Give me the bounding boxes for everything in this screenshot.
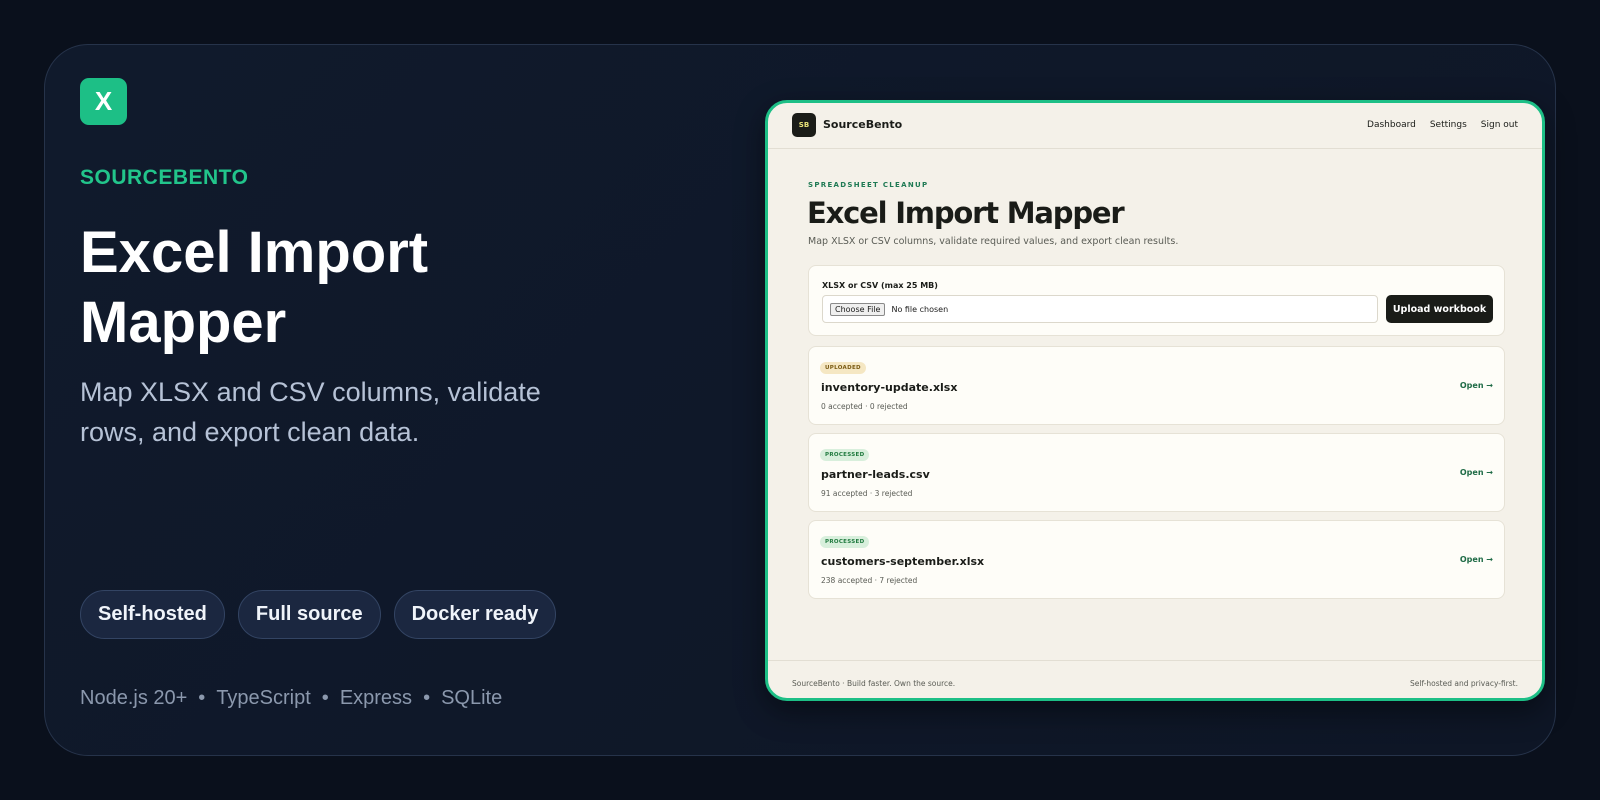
file-card: UPLOADED inventory-update.xlsx 0 accepte… — [808, 346, 1505, 425]
brand-name: SOURCEBENTO — [80, 166, 249, 189]
feature-chips: Self-hosted Full source Docker ready — [80, 590, 557, 639]
stack-separator: • — [321, 687, 329, 709]
file-input[interactable]: Choose File No file chosen — [822, 295, 1378, 323]
nav-link-sign-out[interactable]: Sign out — [1481, 120, 1518, 130]
stack-separator: • — [198, 687, 206, 709]
app-navbar: SB SourceBento Dashboard Settings Sign o… — [768, 103, 1542, 149]
stack-item: Express — [339, 687, 413, 709]
file-status-text: No file chosen — [891, 304, 949, 314]
nav-links: Dashboard Settings Sign out — [1367, 120, 1518, 130]
file-card: PROCESSED customers-september.xlsx 238 a… — [808, 520, 1505, 599]
file-name: inventory-update.xlsx — [821, 381, 958, 394]
file-name: customers-september.xlsx — [821, 555, 985, 568]
stack-item: Node.js 20+ — [80, 687, 188, 709]
stack-item: SQLite — [441, 687, 503, 709]
chip-self-hosted: Self-hosted — [80, 590, 225, 639]
hero-title: Excel Import Mapper — [80, 220, 429, 355]
file-card: PROCESSED partner-leads.csv 91 accepted … — [808, 433, 1505, 512]
app-screenshot: SB SourceBento Dashboard Settings Sign o… — [765, 100, 1545, 701]
open-file-link[interactable]: Open → — [1460, 381, 1493, 390]
upload-panel: XLSX or CSV (max 25 MB) Choose File No f… — [808, 265, 1505, 336]
choose-file-button[interactable]: Choose File — [830, 302, 886, 316]
excel-logo-icon: X — [80, 78, 127, 125]
stack-separator: • — [423, 687, 431, 709]
page-subtitle: Map XLSX or CSV columns, validate requir… — [808, 236, 1179, 247]
nav-link-settings[interactable]: Settings — [1430, 120, 1467, 130]
status-badge: PROCESSED — [820, 449, 870, 461]
page-title: Excel Import Mapper — [807, 196, 1125, 230]
upload-label: XLSX or CSV (max 25 MB) — [822, 281, 938, 290]
hero-subtitle: Map XLSX and CSV columns, validate rows,… — [80, 377, 541, 447]
open-file-link[interactable]: Open → — [1460, 468, 1493, 477]
upload-workbook-button[interactable]: Upload workbook — [1386, 295, 1493, 323]
footer-tagline: SourceBento · Build faster. Own the sour… — [792, 679, 956, 688]
status-badge: UPLOADED — [820, 362, 866, 374]
chip-full-source: Full source — [237, 590, 381, 639]
file-stats: 238 accepted · 7 rejected — [821, 576, 918, 585]
file-name: partner-leads.csv — [821, 468, 930, 481]
status-badge: PROCESSED — [820, 536, 870, 548]
footer-note: Self-hosted and privacy-first. — [1410, 679, 1518, 688]
app-logo-icon[interactable]: SB — [792, 113, 816, 137]
nav-link-dashboard[interactable]: Dashboard — [1367, 120, 1416, 130]
file-stats: 0 accepted · 0 rejected — [821, 402, 908, 411]
file-stats: 91 accepted · 3 rejected — [821, 489, 913, 498]
tech-stack: Node.js 20+ • TypeScript • Express • SQL… — [80, 687, 502, 710]
chip-docker-ready: Docker ready — [393, 590, 557, 639]
stack-item: TypeScript — [216, 687, 311, 709]
app-footer: SourceBento · Build faster. Own the sour… — [768, 660, 1542, 698]
page-eyebrow: SPREADSHEET CLEANUP — [808, 181, 929, 189]
open-file-link[interactable]: Open → — [1460, 555, 1493, 564]
app-name[interactable]: SourceBento — [823, 118, 902, 131]
